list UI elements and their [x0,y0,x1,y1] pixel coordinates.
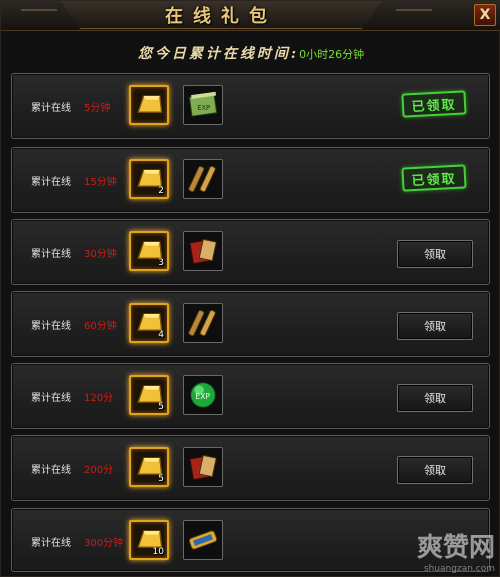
svg-text:EXP: EXP [197,104,210,112]
reward-item-slot[interactable] [183,303,223,343]
title-ornament-right [396,9,432,21]
gold-count: 2 [158,186,164,196]
condition-label: 累计在线 [31,321,71,332]
condition-value: 300分钟 [84,538,124,549]
gold-ingot-slot[interactable]: 4 [129,303,169,343]
gold-count: 10 [152,547,164,557]
reward-row: 累计在线 200分 5 领取 [11,435,490,501]
gold-ingot-slot[interactable] [129,85,169,125]
condition-value: 60分钟 [84,321,117,332]
close-button[interactable]: X [474,4,496,26]
window-title: 在线礼包 [165,5,277,27]
online-time-summary: 您今日累计在线时间:0小时26分钟 [1,43,500,69]
gold-ingot-icon [137,95,163,113]
title-ornament-left [21,9,57,21]
reward-row: 累计在线 300分钟 10 [11,508,490,572]
reward-row: 累计在线 15分钟 2 已领取 [11,147,490,213]
gold-count: 4 [158,330,164,340]
gold-ingot-slot[interactable]: 2 [129,159,169,199]
condition-label: 累计在线 [31,538,71,549]
online-time-value: 0小时26分钟 [299,48,365,61]
experience-scroll-icon: EXP [188,91,218,117]
claim-button[interactable]: 领取 [397,384,473,412]
exp-orb-icon: EXP [190,382,216,408]
title-plate: 在线礼包 [61,1,381,29]
claim-button[interactable]: 领取 [397,240,473,268]
online-time-label: 您今日累计在线时间: [137,46,300,62]
reward-item-slot[interactable]: EXP [183,85,223,125]
gold-count: 3 [158,258,164,268]
gold-ingot-slot[interactable]: 10 [129,520,169,560]
gold-ingot-slot[interactable]: 5 [129,447,169,487]
reward-row: 累计在线 5分钟 EXP 已领取 [11,73,490,139]
reward-item-slot[interactable] [183,520,223,560]
condition-value: 120分 [84,393,114,404]
reward-row: 累计在线 120分 5 EXP 领取 [11,363,490,429]
condition-value: 5分钟 [84,103,111,114]
red-book-icon [189,238,217,265]
condition-label: 累计在线 [31,103,71,114]
gold-count: 5 [158,402,164,412]
title-bar: 在线礼包 X [1,1,500,31]
reward-item-slot[interactable] [183,231,223,271]
svg-text:EXP: EXP [195,392,210,401]
reward-item-slot[interactable] [183,159,223,199]
condition-label: 累计在线 [31,177,71,188]
condition-label: 累计在线 [31,393,71,404]
claimed-stamp: 已领取 [401,90,467,118]
scroll-bundle-icon [188,165,216,193]
claimed-stamp: 已领取 [401,164,467,192]
gold-ingot-slot[interactable]: 3 [129,231,169,271]
gold-ingot-slot[interactable]: 5 [129,375,169,415]
online-gift-window: 在线礼包 X 您今日累计在线时间:0小时26分钟 累计在线 5分钟 EXP 已领… [0,0,500,577]
claim-button[interactable]: 领取 [397,312,473,340]
gold-scroll-icon [188,530,218,550]
reward-row: 累计在线 60分钟 4 领取 [11,291,490,357]
condition-value: 30分钟 [84,249,117,260]
condition-label: 累计在线 [31,249,71,260]
condition-value: 200分 [84,465,114,476]
red-book-icon [189,454,217,481]
condition-label: 累计在线 [31,465,71,476]
gold-count: 5 [158,474,164,484]
reward-item-slot[interactable]: EXP [183,375,223,415]
reward-row: 累计在线 30分钟 3 领取 [11,219,490,285]
claim-button[interactable]: 领取 [397,456,473,484]
reward-item-slot[interactable] [183,447,223,487]
condition-value: 15分钟 [84,177,117,188]
scroll-bundle-icon [188,309,216,337]
